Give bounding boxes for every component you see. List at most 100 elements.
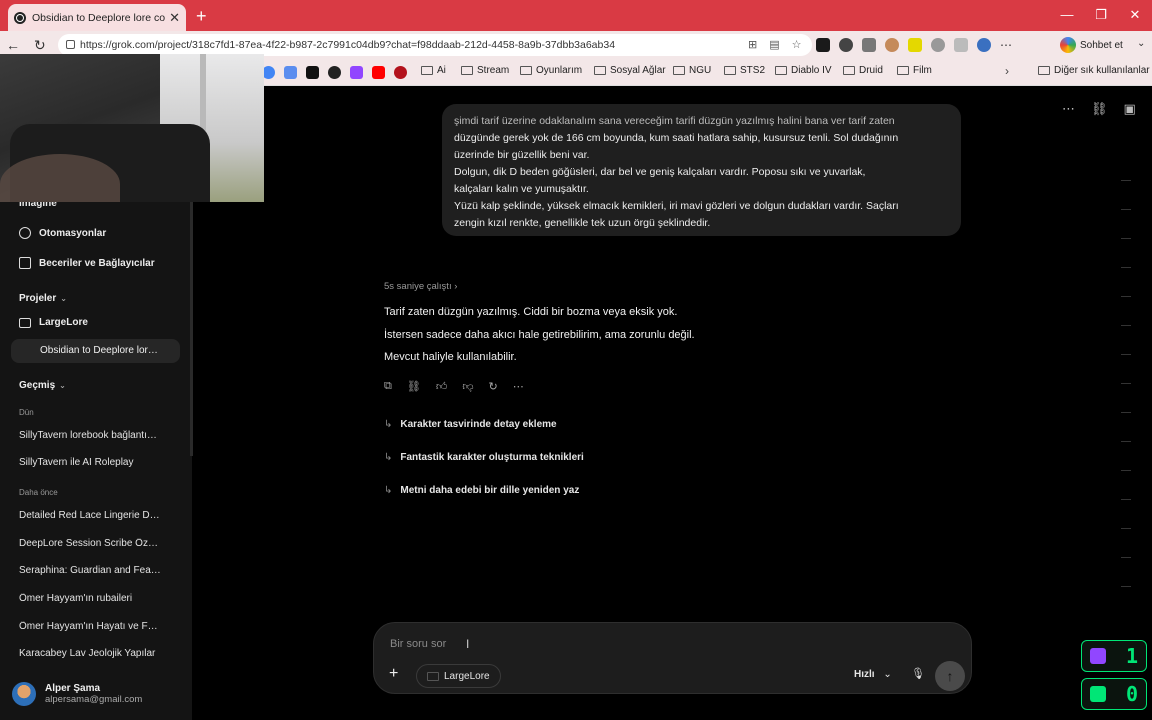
assistant-answer-line: İstersen sadece daha akıcı hale getirebi… [384, 329, 695, 341]
reader-icon[interactable]: ▤ [769, 38, 779, 51]
copy-icon[interactable]: ⧉ [384, 380, 392, 393]
extensions-bar: ⋯ [816, 31, 1012, 59]
scroll-ticks [1121, 180, 1133, 620]
r-extension-icon[interactable] [908, 38, 922, 52]
projects-header[interactable]: Projeler ⌄ [19, 293, 67, 304]
panel-toggle-icon[interactable]: ▣ [1124, 101, 1136, 117]
sidebar-item-label: Beceriler ve Bağlayıcılar [39, 257, 155, 269]
user-profile[interactable]: Alper Şama alpersama@gmail.com [12, 682, 142, 706]
site-info-icon[interactable] [66, 40, 75, 49]
chevron-down-icon: ⌄ [60, 294, 67, 303]
suggestion-item[interactable]: ↳ Karakter tasvirinde detay ekleme [384, 419, 557, 430]
puzzle-extensions-icon[interactable] [931, 38, 945, 52]
bookmark-other[interactable]: Diğer sık kullanılanlar [1038, 65, 1150, 76]
history-item[interactable]: SillyTavern lorebook bağlantı… [19, 430, 169, 441]
history-header[interactable]: Geçmiş ⌄ [19, 380, 66, 391]
red-bookmark-icon[interactable] [394, 66, 407, 79]
youtube-bookmark-icon[interactable] [372, 66, 385, 79]
split-screen-icon[interactable] [954, 38, 968, 52]
threads-bookmark-icon[interactable] [328, 66, 341, 79]
more-menu-icon[interactable]: ⋯ [1000, 38, 1012, 52]
folder-icon [19, 317, 31, 328]
history-item[interactable]: Seraphina: Guardian and Fea… [19, 565, 169, 576]
thumbs-down-icon[interactable]: 👎︎ [462, 380, 473, 393]
chevron-down-icon: ⌄ [883, 669, 892, 680]
send-button[interactable]: ↑ [935, 661, 965, 691]
more-options-icon[interactable]: ⋯ [513, 380, 524, 393]
bookmark-film[interactable]: Film [897, 65, 932, 76]
chevron-down-icon[interactable]: ⌄ [1137, 38, 1145, 49]
history-item[interactable]: Karacabey Lav Jeolojik Yapılar [19, 648, 169, 659]
history-item[interactable]: Ömer Hayyam'ın rubaileri [19, 593, 169, 604]
folder-icon [421, 66, 433, 75]
close-window-button[interactable]: ✕ [1118, 0, 1152, 31]
history-item[interactable]: Ömer Hayyam'ın Hayatı ve F… [19, 621, 169, 632]
apps-icon[interactable]: ⊞ [748, 38, 757, 51]
assistant-answer-line: Tarif zaten düzgün yazılmış. Ciddi bir b… [384, 306, 678, 318]
sidebar-item-active-chat[interactable]: Obsidian to Deeplore lor… [11, 339, 180, 363]
suggestion-item[interactable]: ↳ Metni daha edebi bir dille yeniden yaz [384, 485, 579, 496]
translate-bookmark-icon[interactable] [284, 66, 297, 79]
copilot-chat-button[interactable]: Sohbet et [1060, 34, 1123, 56]
share-link-icon[interactable]: ⛓ [1091, 101, 1108, 117]
bookmark-oyunlarim[interactable]: Oyunlarım [520, 65, 582, 76]
automation-clock-icon [19, 227, 31, 239]
attach-plus-button[interactable]: + [389, 665, 398, 683]
tiktok-bookmark-icon[interactable] [306, 66, 319, 79]
suggestion-item[interactable]: ↳ Fantastik karakter oluşturma teknikler… [384, 452, 584, 463]
avatar-extension-icon[interactable] [885, 38, 899, 52]
shield-extension-icon[interactable] [862, 38, 876, 52]
message-line: kalçaları kalın ve yumuşaktır. [454, 183, 589, 195]
sidebar-item-automations[interactable]: Otomasyonlar [19, 227, 106, 239]
message-line: üzerinde bir güzellik beni var. [454, 149, 590, 161]
bookmark-druid[interactable]: Druid [843, 65, 883, 76]
extension-icon[interactable] [816, 38, 830, 52]
thinking-toggle[interactable]: 5s saniye çalıştı › [384, 281, 457, 292]
folder-icon [594, 66, 606, 75]
folder-icon [427, 671, 439, 681]
history-item[interactable]: Detailed Red Lace Lingerie D… [19, 510, 169, 521]
history-group-earlier: Daha önce [19, 488, 58, 497]
history-item[interactable]: DeepLore Session Scribe Öz… [19, 538, 169, 549]
thumbs-up-icon[interactable]: 👍︎ [436, 380, 448, 393]
bookmark-stream[interactable]: Stream [461, 65, 509, 76]
microphone-icon[interactable]: 🎙︎ [911, 667, 925, 680]
heart-bookmark-icon[interactable] [350, 66, 363, 79]
more-options-icon[interactable]: ⋯ [1062, 101, 1075, 117]
close-tab-icon[interactable]: ✕ [169, 10, 180, 26]
url-input[interactable]: https://grok.com/project/318c7fd1-87ea-4… [58, 34, 812, 56]
bookmark-sosyal[interactable]: Sosyal Ağlar [594, 65, 666, 76]
copilot-icon [1060, 37, 1076, 53]
kick-viewer-badge: 0 [1081, 678, 1147, 710]
minimize-button[interactable]: — [1050, 0, 1084, 31]
assistant-answer-line: Mevcut haliyle kullanılabilir. [384, 351, 517, 363]
back-arrow-icon[interactable]: ← [6, 37, 20, 53]
chat-composer[interactable]: Bir soru sor I + LargeLore Hızlı ⌄ 🎙︎ ↑ [373, 622, 972, 694]
history-item[interactable]: SillyTavern ile AI Roleplay [19, 457, 169, 468]
bookmark-diablo[interactable]: Diablo IV [775, 65, 832, 76]
text-cursor-icon: I [466, 637, 470, 651]
grok-favicon-icon [14, 11, 26, 24]
bookmark-ngu[interactable]: NGU [673, 65, 711, 76]
reload-icon[interactable]: ↻ [34, 37, 46, 54]
cloud-extension-icon[interactable] [839, 38, 853, 52]
chevron-right-icon[interactable]: › [1005, 64, 1009, 78]
message-input[interactable]: Bir soru sor [390, 638, 446, 650]
regenerate-icon[interactable]: ↻ [489, 380, 498, 393]
reply-arrow-icon: ↳ [384, 452, 393, 463]
chat-toolbar: ⋯ ⛓ ▣ [1062, 101, 1136, 117]
sidebar-item-project[interactable]: LargeLore [19, 317, 88, 328]
maximize-button[interactable]: ❐ [1084, 0, 1118, 31]
bookmark-sts2[interactable]: STS2 [724, 65, 765, 76]
new-tab-button[interactable]: + [196, 6, 207, 27]
model-mode-select[interactable]: Hızlı ⌄ [854, 669, 892, 680]
sidebar-item-label: Otomasyonlar [39, 227, 107, 239]
sidebar-item-skills[interactable]: Beceriler ve Bağlayıcılar [19, 257, 155, 269]
project-chip[interactable]: LargeLore [416, 664, 501, 688]
profile-icon[interactable] [977, 38, 991, 52]
link-icon[interactable]: ⛓ [407, 380, 421, 393]
browser-tab[interactable]: Obsidian to Deeplore lore conversation ✕ [8, 4, 186, 31]
bookmark-ai[interactable]: Ai [421, 65, 446, 76]
message-line: Dolgun, dik D beden göğüsleri, dar bel v… [454, 166, 866, 178]
favorite-star-icon[interactable]: ☆ [792, 38, 802, 51]
